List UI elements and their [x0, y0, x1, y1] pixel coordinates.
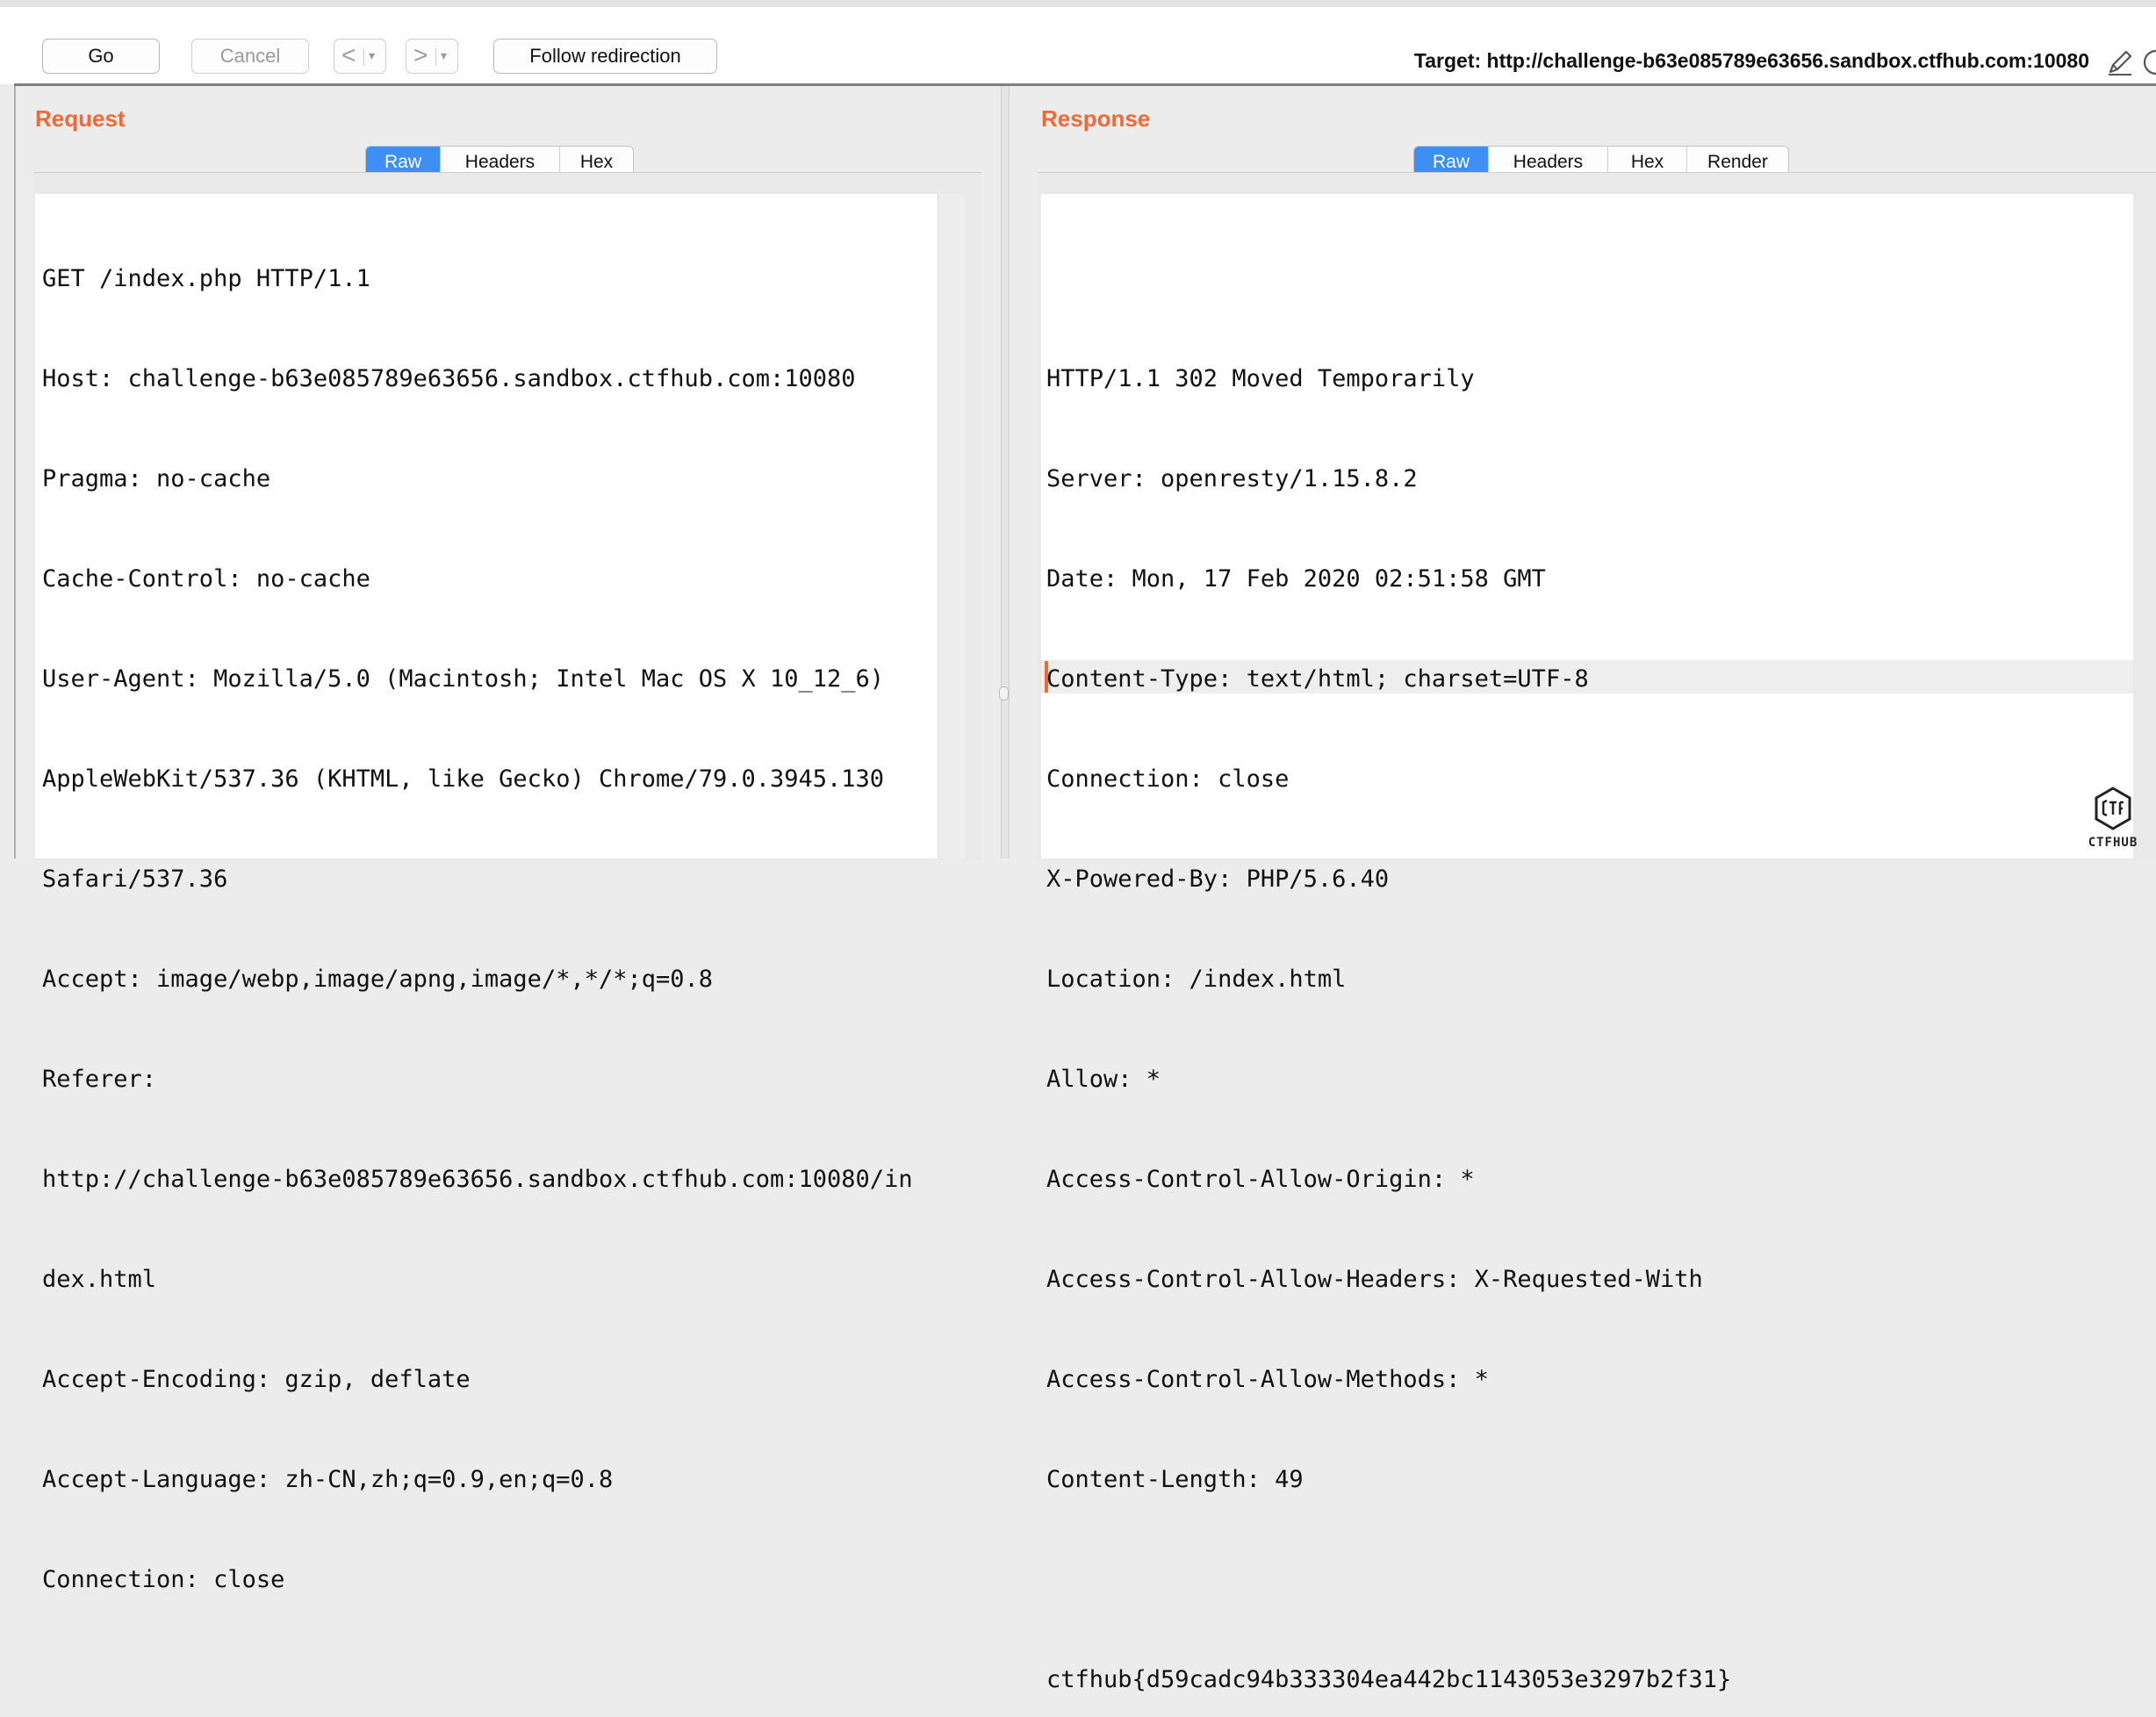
- response-line: Date: Mon, 17 Feb 2020 02:51:58 GMT: [1046, 565, 1546, 593]
- pencil-icon[interactable]: [2105, 47, 2135, 77]
- request-line: Cache-Control: no-cache: [42, 565, 370, 593]
- pane-splitter[interactable]: [1001, 86, 1010, 858]
- response-line: [1046, 1563, 2133, 1597]
- back-arrow-icon: <: [341, 41, 356, 68]
- request-line: Accept-Encoding: gzip, deflate: [42, 1366, 471, 1393]
- toolbar: Go Cancel < ▾ > ▾ Follow redirection Tar…: [0, 7, 2156, 84]
- request-line: Referer:: [42, 1066, 157, 1093]
- watermark-text: CTFHUB: [2088, 836, 2138, 850]
- request-line: AppleWebKit/537.36 (KHTML, like Gecko) C…: [42, 765, 885, 793]
- request-line: Host: challenge-b63e085789e63656.sandbox…: [42, 365, 856, 392]
- response-line: Access-Control-Allow-Methods: *: [1046, 1366, 1489, 1393]
- forward-button[interactable]: > ▾: [406, 39, 458, 74]
- request-line: Connection: close: [42, 1566, 285, 1593]
- response-line: X-Powered-By: PHP/5.6.40: [1046, 866, 1390, 893]
- splitter-handle[interactable]: [999, 686, 1009, 700]
- help-circle-icon[interactable]: [2142, 47, 2156, 77]
- request-line: Safari/537.36: [42, 866, 228, 893]
- response-line: Access-Control-Allow-Headers: X-Requeste…: [1046, 1266, 1703, 1293]
- window-top-strip: [0, 0, 2156, 7]
- request-pane: Request Raw Headers Hex GET /index.php H…: [14, 86, 1001, 1593]
- back-dropdown-icon[interactable]: ▾: [369, 40, 375, 71]
- back-separator: [363, 48, 364, 66]
- response-line: Access-Control-Allow-Origin: *: [1046, 1166, 1475, 1193]
- request-line: Accept-Language: zh-CN,zh;q=0.9,en;q=0.8: [42, 1466, 614, 1493]
- forward-separator: [435, 48, 436, 66]
- request-line: GET /index.php HTTP/1.1: [42, 265, 370, 292]
- forward-arrow-icon: >: [413, 41, 428, 68]
- response-title: Response: [1041, 105, 1151, 132]
- back-button[interactable]: < ▾: [334, 39, 386, 74]
- response-line: Content-Type: text/html; charset=UTF-8: [1046, 665, 1589, 693]
- request-line: Pragma: no-cache: [42, 465, 271, 492]
- follow-redirection-button[interactable]: Follow redirection: [493, 39, 717, 74]
- response-line: Content-Length: 49: [1046, 1466, 1304, 1493]
- response-editor[interactable]: HTTP/1.1 302 Moved Temporarily Server: o…: [1041, 194, 2133, 1693]
- response-pane: Response Raw Headers Hex Render HTTP/1.1…: [1010, 86, 2156, 1693]
- request-title: Request: [35, 105, 126, 132]
- request-line: User-Agent: Mozilla/5.0 (Macintosh; Inte…: [42, 665, 885, 693]
- response-flag-line: ctfhub{d59cadc94b333304ea442bc1143053e32…: [1046, 1666, 1732, 1693]
- response-line: Connection: close: [1046, 765, 1290, 793]
- request-editor[interactable]: GET /index.php HTTP/1.1 Host: challenge-…: [35, 194, 957, 1593]
- response-line: Location: /index.html: [1046, 966, 1347, 993]
- response-line: Server: openresty/1.15.8.2: [1046, 465, 1418, 492]
- forward-dropdown-icon[interactable]: ▾: [441, 40, 447, 71]
- response-line: HTTP/1.1 302 Moved Temporarily: [1046, 365, 1475, 392]
- response-line: Allow: *: [1046, 1066, 1161, 1093]
- target-url: Target: http://challenge-b63e085789e6365…: [1413, 49, 2089, 72]
- cancel-button[interactable]: Cancel: [191, 39, 309, 74]
- ctfhub-logo-icon: CTFHUB: [2088, 787, 2138, 850]
- request-line: dex.html: [42, 1266, 157, 1293]
- request-scrollbar[interactable]: [938, 194, 965, 858]
- request-line: http://challenge-b63e085789e63656.sandbo…: [42, 1166, 913, 1193]
- request-line: Accept: image/webp,image/apng,image/*,*/…: [42, 966, 714, 993]
- go-button[interactable]: Go: [42, 39, 160, 74]
